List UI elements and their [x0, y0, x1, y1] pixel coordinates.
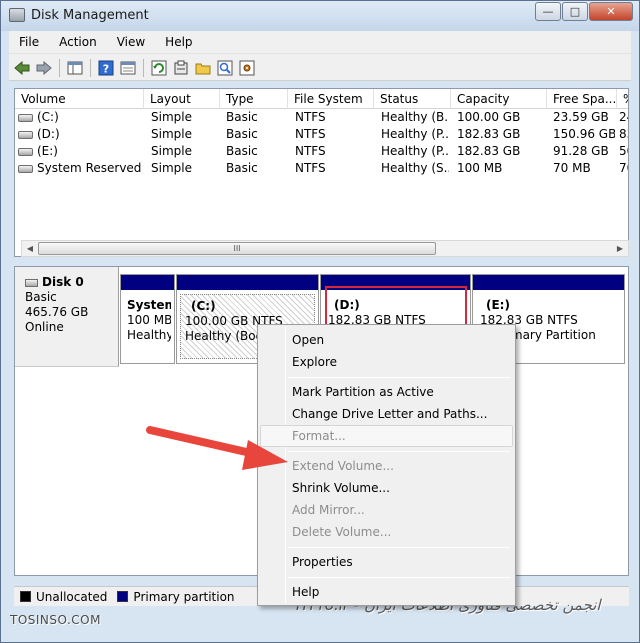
annotation-arrow-icon: [146, 426, 288, 470]
